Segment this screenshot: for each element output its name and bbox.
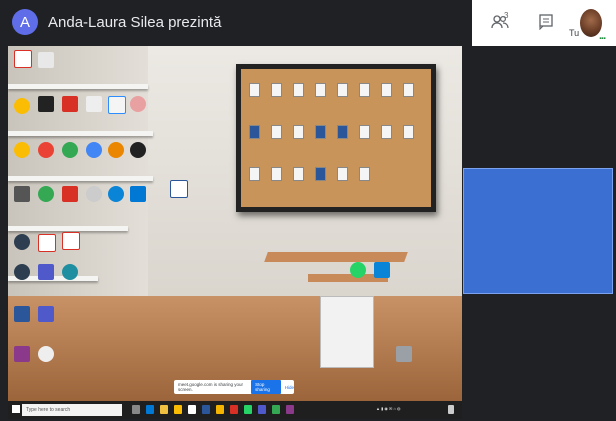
presenter-avatar: A xyxy=(12,9,38,35)
word-icon[interactable] xyxy=(202,405,210,414)
file-icon[interactable] xyxy=(249,167,260,181)
windows-start-icon[interactable] xyxy=(12,405,20,413)
acrobat-icon[interactable] xyxy=(62,186,78,202)
obs-icon[interactable] xyxy=(130,142,146,158)
app-icon[interactable] xyxy=(38,186,54,202)
cork-board xyxy=(236,64,436,212)
store-icon[interactable] xyxy=(188,405,196,414)
file-icon[interactable] xyxy=(359,125,370,139)
chrome-icon[interactable] xyxy=(14,142,30,158)
app-icon[interactable] xyxy=(216,405,224,414)
app-icon[interactable] xyxy=(14,234,30,250)
app-icon[interactable] xyxy=(272,405,280,414)
teamviewer-icon[interactable] xyxy=(108,186,124,202)
acrobat-icon[interactable] xyxy=(62,96,78,112)
shared-screen: meet.google.com is sharing your screen. … xyxy=(8,46,462,419)
app-icon[interactable] xyxy=(86,186,102,202)
share-notice-text: meet.google.com is sharing your screen. xyxy=(178,382,244,392)
shelf xyxy=(8,131,153,136)
task-view-icon[interactable] xyxy=(132,405,140,414)
hide-button[interactable]: Hide xyxy=(285,385,294,390)
teams-icon[interactable] xyxy=(38,306,54,322)
notification-icon[interactable] xyxy=(448,405,454,414)
file-icon[interactable] xyxy=(271,83,282,97)
system-tray[interactable]: ▲ ▮ ◉ ✉ ⌂ ◍ xyxy=(376,406,400,411)
shelf xyxy=(8,226,128,231)
acrobat-icon[interactable] xyxy=(230,405,238,414)
stop-sharing-button[interactable]: Stop sharing xyxy=(251,380,281,394)
app-icon[interactable] xyxy=(130,96,146,112)
file-icon[interactable] xyxy=(359,167,370,181)
file-icon[interactable] xyxy=(403,125,414,139)
winrar-icon[interactable] xyxy=(14,346,30,362)
taskbar-search[interactable]: Type here to search xyxy=(22,404,122,416)
shelf xyxy=(8,176,153,181)
teams-icon[interactable] xyxy=(38,264,54,280)
word-file-icon[interactable] xyxy=(249,125,260,139)
presenting-title: Anda-Laura Silea prezintă xyxy=(48,13,222,31)
folder-icon[interactable] xyxy=(160,405,168,414)
chrome-icon[interactable] xyxy=(108,142,124,158)
pdf-icon[interactable] xyxy=(62,232,80,250)
edge-icon[interactable] xyxy=(130,186,146,202)
pdf-icon[interactable] xyxy=(14,50,32,68)
recycle-bin-icon[interactable] xyxy=(396,346,412,362)
word-file-icon[interactable] xyxy=(315,167,326,181)
file-icon[interactable] xyxy=(293,167,304,181)
chat-button[interactable] xyxy=(534,10,558,34)
app-icon[interactable] xyxy=(38,96,54,112)
chrome-icon[interactable] xyxy=(14,98,30,114)
word-file-icon[interactable] xyxy=(315,125,326,139)
screen-share-notice: meet.google.com is sharing your screen. … xyxy=(174,380,294,394)
file-icon[interactable] xyxy=(403,83,414,97)
word-file-icon[interactable] xyxy=(337,125,348,139)
chat-icon xyxy=(539,14,553,30)
app-icon[interactable] xyxy=(14,264,30,280)
participant-tile[interactable] xyxy=(463,168,613,294)
whatsapp-icon[interactable] xyxy=(244,405,252,414)
file-icon[interactable] xyxy=(359,83,370,97)
shelf xyxy=(8,84,148,89)
search-placeholder: Type here to search xyxy=(26,407,71,413)
word-icon[interactable] xyxy=(14,306,30,322)
mail-icon[interactable] xyxy=(38,52,54,68)
meeting-controls-top: 3 Tu ... xyxy=(472,0,616,46)
file-icon[interactable] xyxy=(315,83,326,97)
chrome-icon[interactable] xyxy=(86,142,102,158)
teams-icon[interactable] xyxy=(258,405,266,414)
presenter-bar: A Anda-Laura Silea prezintă xyxy=(0,0,470,44)
chrome-icon[interactable] xyxy=(38,142,54,158)
speaking-indicator-icon: ... xyxy=(599,30,606,42)
app-icon[interactable] xyxy=(108,96,126,114)
file-icon[interactable] xyxy=(271,125,282,139)
file-icon[interactable] xyxy=(271,167,282,181)
word-icon[interactable] xyxy=(170,180,188,198)
app-icon[interactable] xyxy=(14,186,30,202)
desk xyxy=(264,252,408,262)
app-icon[interactable] xyxy=(374,262,390,278)
taskbar: Type here to search ▲ ▮ ◉ ✉ ⌂ ◍ xyxy=(8,401,462,419)
self-label: Tu xyxy=(569,28,580,38)
file-icon[interactable] xyxy=(381,125,392,139)
file-icon[interactable] xyxy=(381,83,392,97)
app-icon[interactable] xyxy=(286,405,294,414)
whatsapp-icon[interactable] xyxy=(350,262,366,278)
file-icon[interactable] xyxy=(337,167,348,181)
cork-surface xyxy=(241,69,431,207)
app-icon[interactable] xyxy=(86,96,102,112)
app-icon[interactable] xyxy=(38,234,56,252)
file-icon[interactable] xyxy=(249,83,260,97)
file-icon[interactable] xyxy=(337,83,348,97)
people-count: 3 xyxy=(504,11,509,20)
file-icon[interactable] xyxy=(293,83,304,97)
app-icon[interactable] xyxy=(62,264,78,280)
chrome-icon[interactable] xyxy=(174,405,182,414)
file-icon[interactable] xyxy=(293,125,304,139)
edge-icon[interactable] xyxy=(146,405,154,414)
chrome-icon[interactable] xyxy=(62,142,78,158)
drawer-cabinet xyxy=(320,296,374,368)
app-icon[interactable] xyxy=(38,346,54,362)
